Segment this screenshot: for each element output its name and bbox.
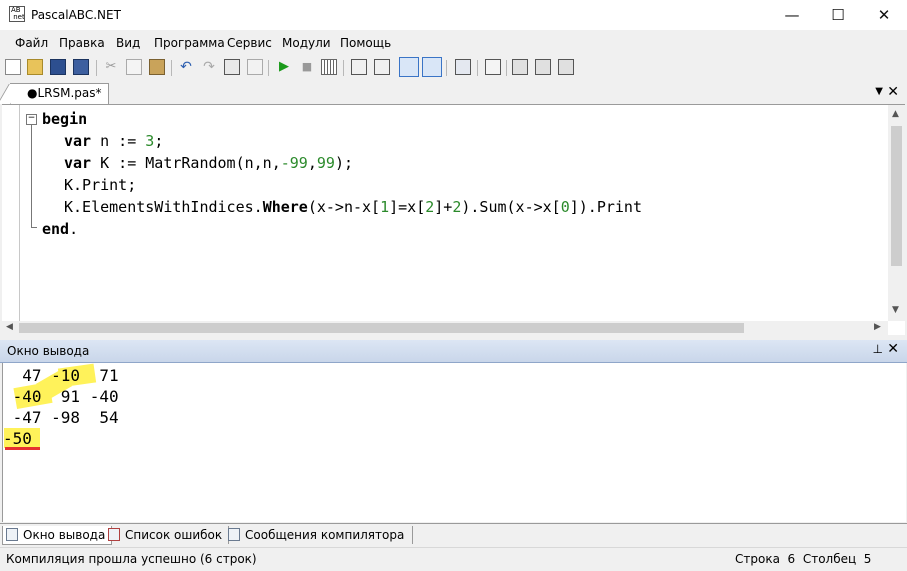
code-line-5: K.ElementsWithIndices.Where(x->n-x[1]=x[…: [64, 198, 642, 216]
status-bar: Компиляция прошла успешно (6 строк) Стро…: [0, 547, 907, 571]
code-line-6: end.: [42, 220, 79, 238]
menu-help[interactable]: Помощь: [340, 36, 391, 50]
vertical-scroll-thumb[interactable]: [891, 126, 902, 266]
output-window-icon: [6, 528, 18, 541]
menu-view[interactable]: Вид: [116, 36, 140, 50]
open-folder-icon[interactable]: [27, 59, 43, 75]
debug-run-icon[interactable]: [558, 59, 574, 75]
save-all-icon[interactable]: [73, 59, 89, 75]
menu-bar: Файл Правка Вид Программа Сервис Модули …: [0, 32, 907, 54]
vertical-scrollbar[interactable]: ▲ ▼: [888, 105, 905, 321]
bottom-panel-tabs: Окно вывода Список ошибок Сообщения комп…: [0, 523, 907, 546]
copy-icon[interactable]: [126, 59, 142, 75]
output-close-icon[interactable]: ✕: [887, 341, 899, 357]
unformat-icon[interactable]: [247, 59, 263, 75]
debug-step-icon[interactable]: [535, 59, 551, 75]
fold-guide-end: [31, 227, 37, 228]
undo-icon[interactable]: ↶: [178, 59, 194, 75]
output-panel-header: Окно вывода ⊥ ✕: [0, 340, 907, 363]
status-message: Компиляция прошла успешно (6 строк): [6, 552, 257, 566]
close-button[interactable]: ✕: [861, 0, 907, 30]
tab-output-window[interactable]: Окно вывода: [2, 526, 113, 545]
app-logo-icon: AB net: [9, 6, 25, 22]
scroll-up-icon[interactable]: ▲: [892, 109, 899, 119]
output-line: -47 -98 54: [3, 408, 119, 427]
cut-icon[interactable]: ✂: [103, 59, 119, 75]
stop-icon[interactable]: ■: [299, 59, 315, 75]
title-bar: AB net PascalABC.NET — ☐ ✕: [0, 0, 907, 30]
output-panel-title: Окно вывода: [7, 344, 90, 358]
window-title: PascalABC.NET: [31, 8, 121, 22]
horizontal-scroll-thumb[interactable]: [19, 323, 744, 333]
menu-modules[interactable]: Модули: [282, 36, 331, 50]
step-icon[interactable]: [321, 59, 337, 75]
code-line-3: var K := MatrRandom(n,n,-99,99);: [64, 154, 353, 172]
uncomment-icon[interactable]: [374, 59, 390, 75]
cursor-position: Строка 6 Столбец 5: [735, 552, 872, 566]
paste-icon[interactable]: [149, 59, 165, 75]
pin-icon[interactable]: ⊥: [873, 342, 883, 356]
tab-list-chevron-down-icon[interactable]: ▼: [875, 86, 883, 97]
new-file-icon[interactable]: [5, 59, 21, 75]
format-code-icon[interactable]: [224, 59, 240, 75]
menu-service[interactable]: Сервис: [227, 36, 272, 50]
menu-edit[interactable]: Правка: [59, 36, 105, 50]
menu-program[interactable]: Программа: [154, 36, 225, 50]
fold-toggle-icon[interactable]: −: [26, 114, 37, 125]
compiler-messages-icon: [228, 528, 240, 541]
error-list-icon: [108, 528, 120, 541]
comment-icon[interactable]: [351, 59, 367, 75]
horizontal-scrollbar[interactable]: ◀ ▶: [2, 321, 888, 335]
debug-icon[interactable]: [512, 59, 528, 75]
toolbar: ✂ ↶ ↷ ▶ ■: [0, 56, 907, 80]
minimize-button[interactable]: —: [769, 0, 815, 30]
output-line: -40 91 -40: [3, 387, 119, 406]
code-line-1: begin: [42, 110, 88, 128]
output-window[interactable]: 47 -10 71 -40 91 -40 -47 -98 54 -50: [2, 363, 906, 522]
gutter-divider: [19, 105, 20, 321]
scroll-right-icon[interactable]: ▶: [874, 322, 881, 332]
tab-close-icon[interactable]: ✕: [887, 84, 899, 100]
editor-tab-strip: ●LRSM.pas* ▼ ✕: [0, 82, 907, 104]
forms-icon[interactable]: [485, 59, 501, 75]
text-mode-icon[interactable]: [422, 57, 442, 77]
tab-lrsm-pas[interactable]: ●LRSM.pas*: [10, 83, 109, 104]
tab-compiler-messages[interactable]: Сообщения компилятора: [225, 526, 414, 544]
fold-guide: [31, 125, 32, 227]
scroll-left-icon[interactable]: ◀: [6, 322, 13, 332]
code-editor[interactable]: − begin var n := 3; var K := MatrRandom(…: [2, 104, 905, 335]
window-layout-icon[interactable]: [455, 59, 471, 75]
code-line-4: K.Print;: [64, 176, 137, 194]
output-line: 47 -10 71: [3, 366, 119, 385]
save-icon[interactable]: [50, 59, 66, 75]
code-line-2: var n := 3;: [64, 132, 164, 150]
redo-icon[interactable]: ↷: [201, 59, 217, 75]
output-line: -50: [3, 429, 32, 448]
console-mode-icon[interactable]: [399, 57, 419, 77]
menu-file[interactable]: Файл: [15, 36, 48, 50]
tab-error-list[interactable]: Список ошибок: [105, 526, 230, 544]
maximize-button[interactable]: ☐: [815, 0, 861, 30]
scroll-down-icon[interactable]: ▼: [892, 305, 899, 315]
run-icon[interactable]: ▶: [276, 59, 292, 75]
